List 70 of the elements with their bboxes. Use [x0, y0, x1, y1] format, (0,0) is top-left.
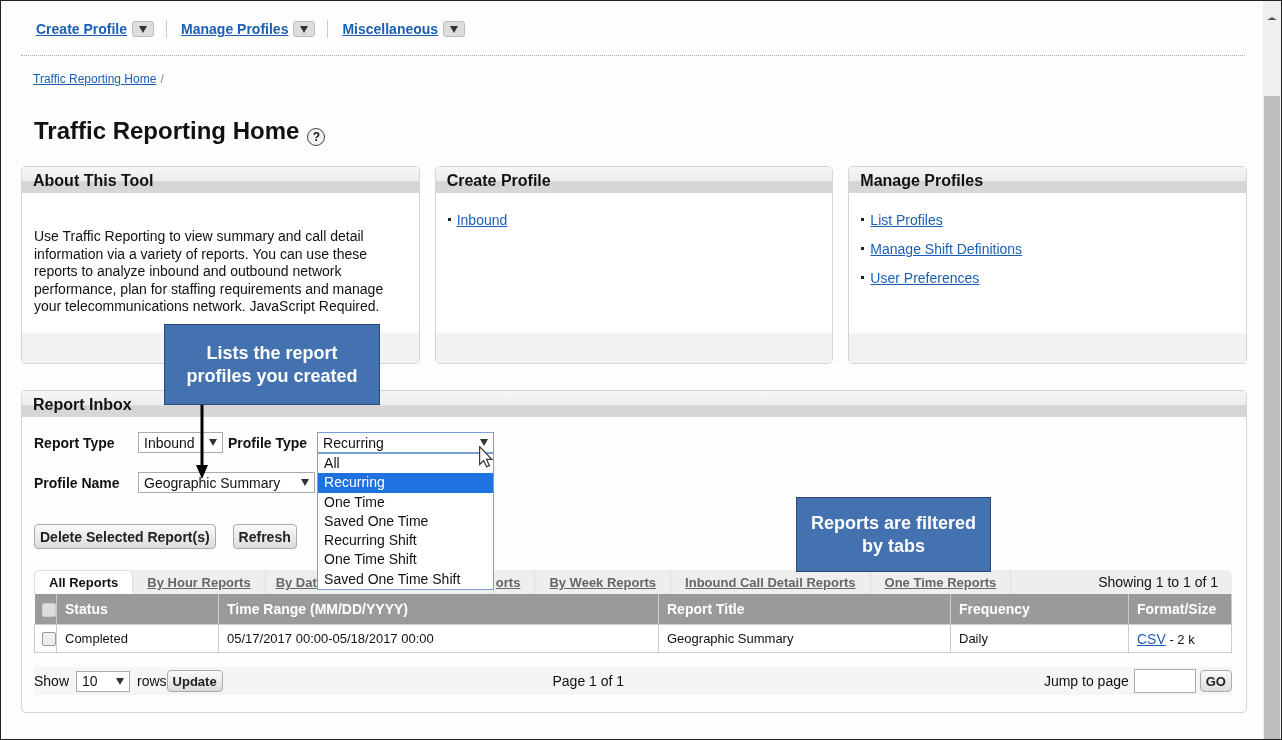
column-header: Frequency	[950, 594, 1129, 625]
result-count: Showing 1 to 1 of 1	[1098, 573, 1219, 592]
caret-icon	[301, 479, 309, 486]
nav-menu-link[interactable]: Create Profile	[36, 21, 128, 37]
table-cell: Daily	[950, 624, 1129, 653]
dropdown-option[interactable]: One Time	[318, 492, 494, 512]
panel-header: About This Tool	[22, 167, 419, 193]
panel-header: Create Profile	[435, 167, 833, 193]
field-label: Profile Type	[228, 434, 308, 451]
row-checkbox[interactable]	[42, 632, 56, 647]
report-tab[interactable]: All Reports	[34, 570, 134, 594]
panel-link[interactable]: User Preferences	[870, 269, 980, 286]
footer-label: rows	[137, 673, 167, 689]
caret-icon	[116, 677, 125, 685]
dropdown-option[interactable]: Saved One Time	[318, 511, 494, 532]
scrollbar[interactable]	[1263, 1, 1281, 739]
report-type-select[interactable]: Inbound	[138, 432, 223, 453]
scroll-up-icon[interactable]	[1267, 17, 1277, 20]
caret-icon	[450, 25, 459, 33]
page-number-field[interactable]	[1133, 669, 1196, 693]
column-header: Report Title	[658, 594, 951, 625]
dropdown-toggle[interactable]	[293, 21, 316, 37]
table-cell: 05/17/2017 00:00-05/18/2017 00:00	[218, 624, 659, 653]
footer-label: Show	[34, 673, 70, 689]
breadcrumb-separator: /	[160, 72, 164, 86]
column-header: Status	[56, 594, 219, 625]
column-header: Format/Size	[1128, 594, 1232, 625]
scrollbar-thumb[interactable]	[1264, 96, 1280, 739]
dropdown-toggle[interactable]	[443, 21, 466, 37]
page-indicator: Page 1 of 1	[552, 673, 625, 689]
panel-description: Use Traffic Reporting to view summary and call detail information via a variety of reports. You can use these reports to analyze inbound and outbound network performance, plan for staffing requirements and manage your telecommunications network. JavaScript Required.	[34, 228, 385, 316]
field-label: Report Type	[34, 434, 116, 451]
footer-label: Jump to page	[1043, 673, 1129, 689]
file-size: - 2 k	[1168, 631, 1195, 647]
caret-icon	[300, 25, 309, 33]
page-title: Traffic Reporting Home	[34, 116, 300, 146]
help-icon[interactable]: ?	[307, 128, 326, 146]
select-all-checkbox[interactable]	[41, 603, 56, 618]
profile-name-select[interactable]: Geographic Summary	[138, 472, 315, 493]
dropdown-option[interactable]: Recurring Shift	[318, 531, 494, 551]
table-cell: Geographic Summary	[658, 624, 951, 653]
update-button[interactable]: Update	[166, 670, 223, 692]
action-button[interactable]: Refresh	[232, 524, 297, 549]
dropdown-toggle[interactable]	[132, 21, 155, 37]
bullet-icon	[861, 276, 865, 279]
rows-select[interactable]: 10	[76, 670, 131, 692]
caret-icon	[139, 25, 148, 33]
bullet-icon	[447, 218, 451, 221]
panel-link[interactable]: Manage Shift Definitions	[870, 240, 1023, 257]
panel-link[interactable]: List Profiles	[870, 211, 943, 228]
dropdown-option[interactable]: One Time Shift	[318, 550, 494, 570]
panel-link[interactable]: Inbound	[456, 211, 508, 228]
panel-header: Report Inbox	[22, 391, 1246, 417]
column-header: Time Range (MM/DD/YYYY)	[218, 594, 659, 625]
go-button[interactable]: GO	[1199, 670, 1232, 692]
dropdown-option[interactable]: Recurring	[318, 473, 494, 493]
bullet-icon	[861, 218, 865, 221]
nav-menu-link[interactable]: Miscellaneous	[342, 21, 439, 37]
table-cell: Completed	[56, 624, 219, 653]
breadcrumb-link[interactable]: Traffic Reporting Home	[33, 72, 157, 86]
action-button[interactable]: Delete Selected Report(s)	[34, 524, 216, 549]
dropdown-option[interactable]: Saved One Time Shift	[318, 569, 494, 590]
nav-menu-link[interactable]: Manage Profiles	[181, 21, 289, 37]
profile-type-select[interactable]: Recurring	[317, 432, 495, 453]
panel-header: Manage Profiles	[849, 167, 1246, 193]
bullet-icon	[861, 247, 865, 250]
callout-box: Reports are filtered by tabs	[796, 497, 991, 572]
callout-box: Lists the report profiles you created	[164, 324, 380, 405]
field-label: Profile Name	[34, 474, 121, 491]
download-link[interactable]: CSV	[1137, 630, 1166, 647]
